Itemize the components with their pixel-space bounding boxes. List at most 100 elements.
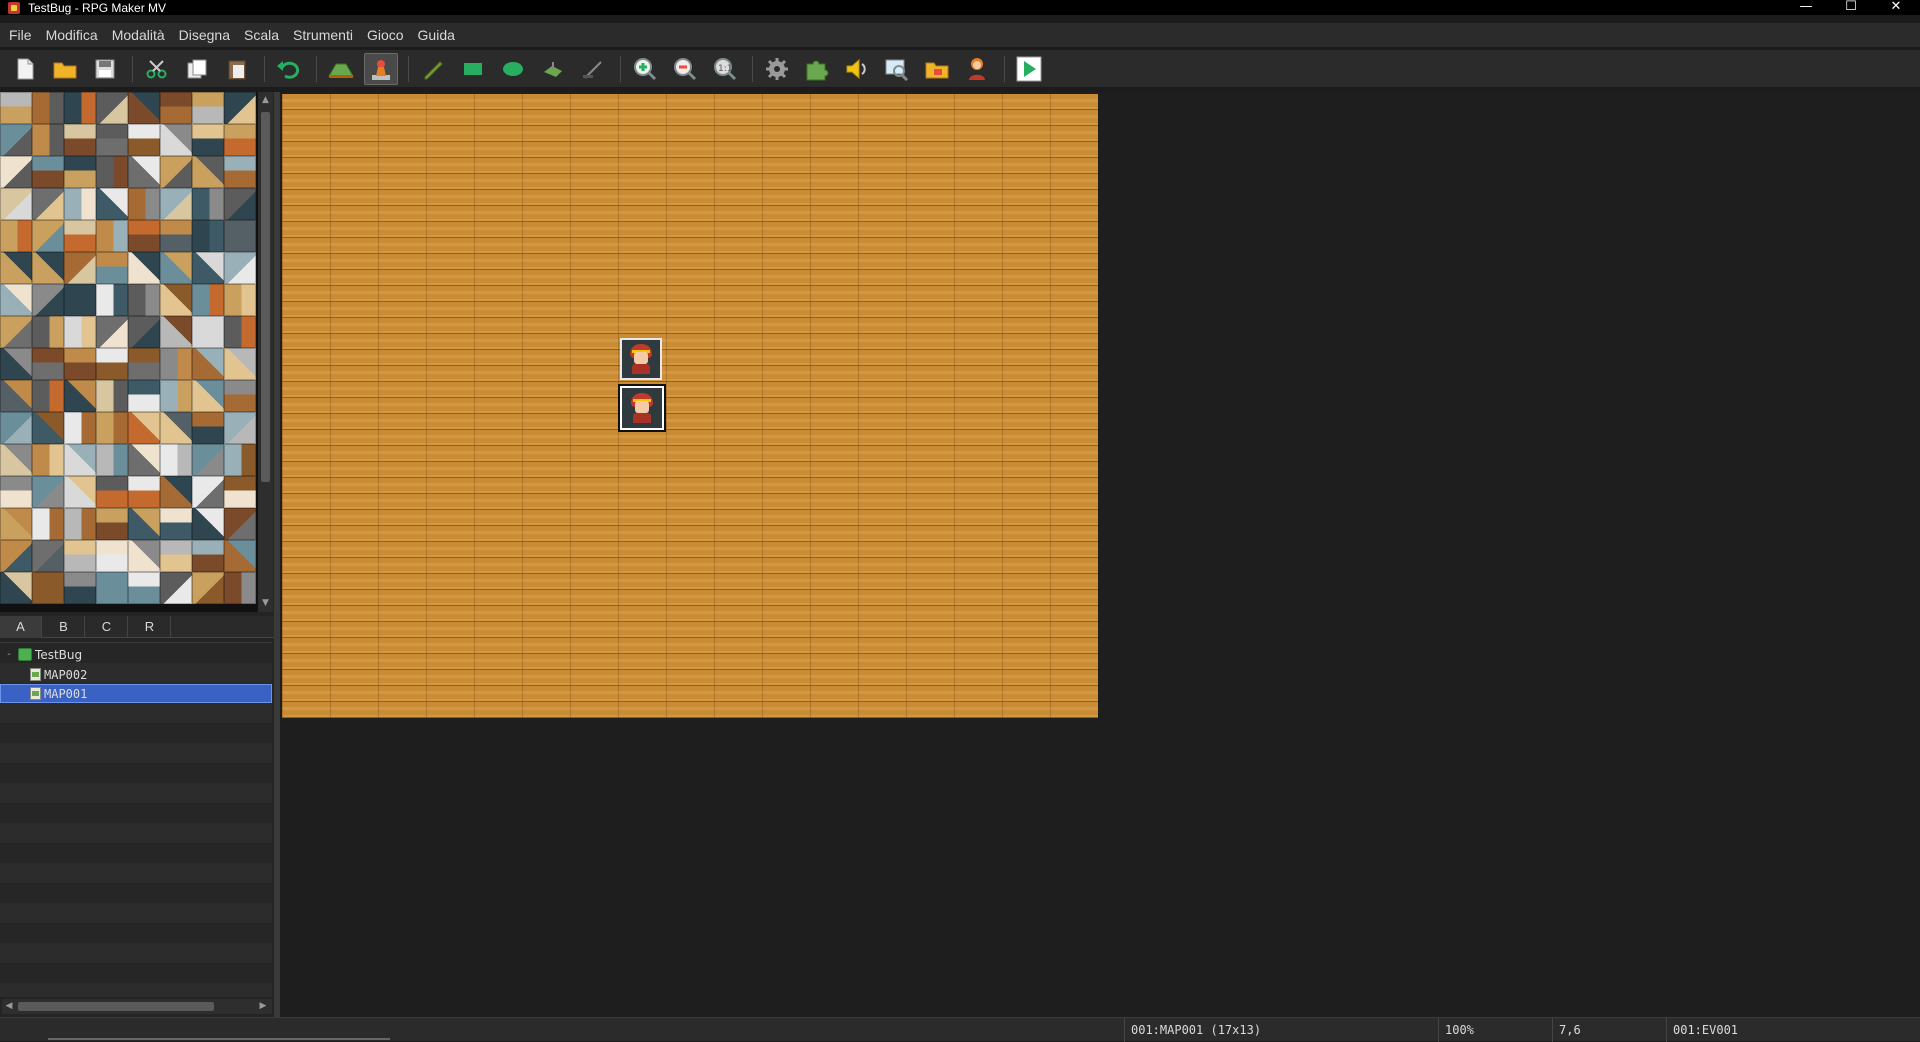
scroll-left-icon[interactable]: ◀	[4, 1001, 14, 1011]
tile-swatch[interactable]	[64, 316, 96, 348]
tab-c[interactable]: C	[86, 616, 128, 638]
playtest-button[interactable]	[1012, 53, 1046, 85]
tile-swatch[interactable]	[128, 252, 160, 284]
tile-swatch[interactable]	[96, 284, 128, 316]
tile-swatch[interactable]	[160, 284, 192, 316]
tile-swatch[interactable]	[224, 476, 256, 508]
tile-swatch[interactable]	[64, 284, 96, 316]
tile-swatch[interactable]	[64, 572, 96, 604]
tile-swatch[interactable]	[160, 252, 192, 284]
tile-swatch[interactable]	[160, 572, 192, 604]
tile-swatch[interactable]	[32, 252, 64, 284]
tile-swatch[interactable]	[192, 252, 224, 284]
tile-swatch[interactable]	[128, 156, 160, 188]
tile-swatch[interactable]	[96, 572, 128, 604]
tile-swatch[interactable]	[192, 508, 224, 540]
tile-swatch[interactable]	[64, 188, 96, 220]
tile-swatch[interactable]	[160, 92, 192, 124]
shadow-pen-button[interactable]	[576, 53, 610, 85]
menu-modalita[interactable]: Modalità	[105, 24, 172, 46]
scroll-right-icon[interactable]: ▶	[258, 1001, 268, 1011]
tile-swatch[interactable]	[160, 156, 192, 188]
tile-swatch[interactable]	[224, 348, 256, 380]
rectangle-button[interactable]	[456, 53, 490, 85]
sound-test-button[interactable]	[840, 53, 874, 85]
tile-swatch[interactable]	[128, 572, 160, 604]
tile-swatch[interactable]	[128, 188, 160, 220]
character-generator-button[interactable]	[960, 53, 994, 85]
menu-modifica[interactable]: Modifica	[39, 24, 105, 46]
pencil-button[interactable]	[416, 53, 450, 85]
tile-swatch[interactable]	[96, 540, 128, 572]
zoom-in-button[interactable]	[628, 53, 662, 85]
tile-swatch[interactable]	[224, 188, 256, 220]
tile-swatch[interactable]	[96, 220, 128, 252]
tile-swatch[interactable]	[224, 412, 256, 444]
tile-swatch[interactable]	[32, 284, 64, 316]
tile-swatch[interactable]	[0, 476, 32, 508]
tile-swatch[interactable]	[224, 444, 256, 476]
tile-swatch[interactable]	[160, 508, 192, 540]
tile-swatch[interactable]	[0, 124, 32, 156]
menu-scala[interactable]: Scala	[237, 24, 286, 46]
flood-fill-button[interactable]	[536, 53, 570, 85]
tile-swatch[interactable]	[32, 508, 64, 540]
tile-swatch[interactable]	[0, 380, 32, 412]
tile-swatch[interactable]	[160, 476, 192, 508]
event-marker-selected[interactable]	[618, 384, 666, 432]
close-button[interactable]: ✕	[1874, 0, 1918, 15]
cut-button[interactable]	[140, 53, 174, 85]
tile-swatch[interactable]	[96, 348, 128, 380]
tile-swatch[interactable]	[0, 444, 32, 476]
plugin-manager-button[interactable]	[800, 53, 834, 85]
tile-swatch[interactable]	[128, 316, 160, 348]
tile-swatch[interactable]	[192, 124, 224, 156]
tile-swatch[interactable]	[0, 156, 32, 188]
tile-swatch[interactable]	[224, 284, 256, 316]
tile-swatch[interactable]	[32, 540, 64, 572]
new-project-button[interactable]	[8, 53, 42, 85]
undo-button[interactable]	[272, 53, 306, 85]
tile-swatch[interactable]	[160, 412, 192, 444]
tile-swatch[interactable]	[192, 412, 224, 444]
open-project-button[interactable]	[48, 53, 82, 85]
tree-map-item[interactable]: MAP002	[0, 665, 272, 684]
tile-swatch[interactable]	[128, 444, 160, 476]
tile-swatch[interactable]	[32, 124, 64, 156]
tile-swatch[interactable]	[32, 412, 64, 444]
tile-swatch[interactable]	[192, 380, 224, 412]
tree-map-item-selected[interactable]: MAP001	[0, 684, 272, 703]
scroll-thumb[interactable]	[261, 112, 270, 482]
tile-swatch[interactable]	[192, 220, 224, 252]
tile-swatch[interactable]	[0, 316, 32, 348]
tile-swatch[interactable]	[96, 412, 128, 444]
tile-swatch[interactable]	[96, 508, 128, 540]
tile-swatch[interactable]	[224, 572, 256, 604]
tile-swatch[interactable]	[32, 348, 64, 380]
tile-swatch[interactable]	[0, 92, 32, 124]
tile-swatch[interactable]	[224, 124, 256, 156]
map-canvas[interactable]	[282, 94, 1098, 718]
tile-swatch[interactable]	[96, 444, 128, 476]
ellipse-button[interactable]	[496, 53, 530, 85]
tile-swatch[interactable]	[192, 572, 224, 604]
tile-swatch[interactable]	[192, 540, 224, 572]
tile-swatch[interactable]	[224, 220, 256, 252]
tile-swatch[interactable]	[0, 252, 32, 284]
tile-swatch[interactable]	[32, 476, 64, 508]
copy-button[interactable]	[180, 53, 214, 85]
tile-swatch[interactable]	[224, 508, 256, 540]
tile-swatch[interactable]	[0, 348, 32, 380]
tree-horizontal-scrollbar[interactable]: ◀ ▶	[2, 999, 272, 1014]
scroll-down-icon[interactable]: ▼	[261, 598, 270, 608]
menu-disegna[interactable]: Disegna	[172, 24, 237, 46]
event-mode-button[interactable]	[364, 53, 398, 85]
tileset-palette[interactable]	[0, 92, 258, 612]
event-marker[interactable]	[620, 338, 662, 380]
tile-swatch[interactable]	[128, 412, 160, 444]
tile-swatch[interactable]	[224, 92, 256, 124]
database-button[interactable]	[760, 53, 794, 85]
tile-swatch[interactable]	[96, 252, 128, 284]
collapse-icon[interactable]: -	[6, 649, 12, 660]
tile-swatch[interactable]	[160, 380, 192, 412]
